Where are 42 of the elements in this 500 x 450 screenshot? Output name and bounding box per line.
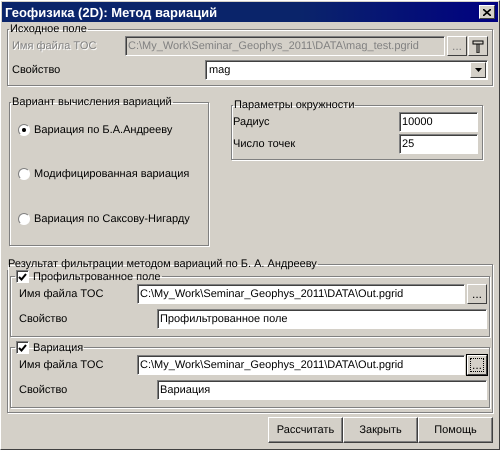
file-path-field[interactable]: C:\My_Work\Seminar_Geophys_2011\DATA\Out.pgrid	[137, 355, 465, 375]
checkbox-label: Вариация	[33, 342, 84, 354]
check-icon	[18, 344, 27, 352]
input-field[interactable]: Вариация	[157, 380, 487, 400]
field-label: Число точек	[233, 138, 296, 150]
hammer-icon	[472, 39, 484, 53]
checkbox[interactable]	[16, 341, 29, 354]
group-title: Вариант вычисления вариаций	[11, 96, 173, 108]
field-label: Радиус	[233, 116, 271, 128]
dialog-button[interactable]: Закрыть	[343, 417, 418, 443]
radio-button[interactable]	[18, 212, 30, 225]
group-title: Параметры окружности	[233, 99, 356, 111]
dropdown-button[interactable]	[470, 62, 486, 78]
checkbox[interactable]	[16, 270, 29, 283]
tool-button[interactable]	[468, 36, 488, 56]
radio-label: Вариация по Саксову-Нигарду	[34, 212, 190, 225]
close-icon	[483, 8, 491, 16]
radio-label: Вариация по Б.А.Андрееву	[34, 124, 172, 136]
browse-button[interactable]: ...	[467, 284, 487, 304]
radio-button[interactable]	[18, 124, 30, 136]
file-path-field[interactable]: C:\My_Work\Seminar_Geophys_2011\DATA\Out.pgrid	[137, 284, 465, 304]
field-label: Имя файла TOC	[19, 288, 104, 300]
radio-button[interactable]	[18, 168, 30, 180]
check-icon	[18, 272, 27, 280]
dialog-button[interactable]: Рассчитать	[268, 417, 343, 443]
input-field[interactable]: Профильтрованное поле	[157, 309, 487, 329]
group-title: Результат фильтрации методом вариаций по Б. А. Андрееву	[7, 258, 318, 270]
checkbox-label: Профильтрованное поле	[33, 270, 161, 282]
field-label: Свойство	[19, 313, 68, 325]
dialog-button[interactable]: Помощь	[418, 417, 493, 443]
field-label: Имя файла TOC	[19, 359, 104, 371]
group-title: Исходное поле	[9, 23, 88, 35]
input-field[interactable]: 25	[399, 134, 478, 154]
browse-button[interactable]: ...	[467, 355, 487, 375]
field-label: Свойство	[12, 64, 62, 76]
caret-icon	[474, 68, 482, 72]
field-label: Свойство	[19, 384, 68, 396]
radio-label: Модифицированная вариация	[34, 168, 190, 180]
field-label: Имя файла TOC	[12, 40, 98, 52]
input-field[interactable]: 10000	[399, 112, 478, 132]
close-button[interactable]	[479, 5, 495, 19]
window-title: Геофизика (2D): Метод вариаций	[5, 4, 218, 20]
